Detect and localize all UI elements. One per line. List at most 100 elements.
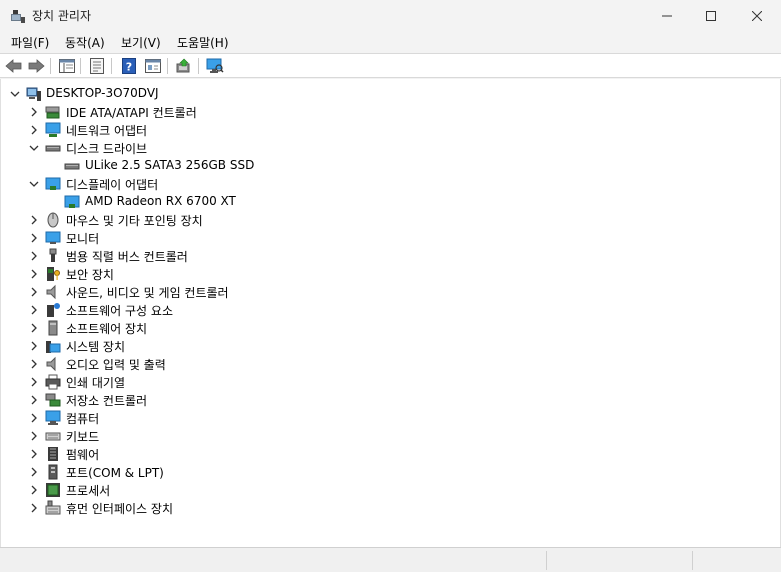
tree-item-print-queue[interactable]: 인쇄 대기열 (1, 373, 301, 391)
tree-item-label: 사운드, 비디오 및 게임 컨트롤러 (66, 286, 229, 300)
chevron-right-icon[interactable] (28, 214, 40, 226)
menu-view[interactable]: 보기(V) (121, 34, 161, 51)
tree-item-display-adapter[interactable]: 디스플레이 어댑터 (1, 175, 301, 193)
minimize-button[interactable] (644, 0, 690, 31)
chevron-right-icon[interactable] (28, 502, 40, 514)
svg-text:?: ? (126, 61, 132, 74)
show-hide-console-tree-button[interactable] (57, 57, 77, 75)
details-button[interactable] (143, 57, 163, 75)
chevron-right-icon[interactable] (28, 448, 40, 460)
tree-item-computer[interactable]: 컴퓨터 (1, 409, 301, 427)
chevron-right-icon[interactable] (28, 394, 40, 406)
tree-item-storage-controller[interactable]: 저장소 컨트롤러 (1, 391, 301, 409)
update-driver-icon (176, 58, 190, 73)
disk-drive-icon (45, 145, 61, 152)
chevron-down-icon[interactable] (9, 88, 21, 100)
tree-item-label: 키보드 (66, 430, 100, 444)
tree-item-label: 저장소 컨트롤러 (66, 394, 148, 408)
computer-root-icon (26, 87, 41, 101)
tree-item-system-device[interactable]: 시스템 장치 (1, 337, 301, 355)
forward-arrow-icon (28, 59, 45, 73)
forward-button[interactable] (26, 57, 46, 75)
scan-hardware-button[interactable] (205, 57, 225, 75)
chevron-right-icon[interactable] (28, 322, 40, 334)
tree-item-software-component[interactable]: 소프트웨어 구성 요소 (1, 301, 301, 319)
toolbar-separator (111, 58, 112, 74)
toolbar-separator (167, 58, 168, 74)
tree-item-ide-controller[interactable]: IDE ATA/ATAPI 컨트롤러 (1, 103, 301, 121)
tree-item-label: 컴퓨터 (66, 412, 100, 426)
chevron-right-icon[interactable] (28, 358, 40, 370)
chevron-down-icon[interactable] (28, 178, 40, 190)
tree-item-audio-io[interactable]: 오디오 입력 및 출력 (1, 355, 301, 373)
processor-icon (46, 483, 60, 497)
menu-action[interactable]: 동작(A) (65, 34, 105, 51)
chevron-down-icon[interactable] (28, 142, 40, 154)
chevron-right-icon[interactable] (28, 106, 40, 118)
maximize-button[interactable] (688, 0, 734, 31)
device-manager-app-icon (11, 10, 25, 23)
chevron-right-icon[interactable] (28, 304, 40, 316)
close-button[interactable] (734, 0, 780, 31)
software-component-icon (47, 303, 60, 317)
chevron-right-icon[interactable] (28, 232, 40, 244)
tree-item-hid[interactable]: 휴먼 인터페이스 장치 (1, 499, 301, 517)
tree-item-label: 소프트웨어 장치 (66, 322, 148, 336)
tree-item-firmware[interactable]: 펌웨어 (1, 445, 301, 463)
tree-item-label: 범용 직렬 버스 컨트롤러 (66, 250, 188, 264)
tree-item-monitor[interactable]: 모니터 (1, 229, 301, 247)
tree-item-label: 디스크 드라이브 (66, 142, 148, 156)
tree-item-label: 소프트웨어 구성 요소 (66, 304, 173, 318)
software-device-icon (48, 320, 58, 336)
chevron-right-icon[interactable] (28, 484, 40, 496)
toolbar-separator (80, 58, 81, 74)
tree-root[interactable]: DESKTOP-3O70DVJ (1, 85, 301, 103)
tree-item-sound-controller[interactable]: 사운드, 비디오 및 게임 컨트롤러 (1, 283, 301, 301)
maximize-icon (706, 10, 716, 21)
tree-item-processor[interactable]: 프로세서 (1, 481, 301, 499)
chevron-right-icon[interactable] (28, 466, 40, 478)
tree-item-network-adapter[interactable]: 네트워크 어댑터 (1, 121, 301, 139)
tree-item-disk-drive[interactable]: 디스크 드라이브 (1, 139, 301, 157)
update-driver-button[interactable] (174, 57, 194, 75)
tree-item-usb-controller[interactable]: 범용 직렬 버스 컨트롤러 (1, 247, 301, 265)
tree-item-label: 시스템 장치 (66, 340, 126, 354)
chevron-right-icon[interactable] (28, 376, 40, 388)
chevron-right-icon[interactable] (28, 286, 40, 298)
security-device-icon (47, 267, 60, 281)
chevron-right-icon[interactable] (28, 340, 40, 352)
tree-child-gpu[interactable]: AMD Radeon RX 6700 XT (1, 193, 301, 211)
window-title: 장치 관리자 (32, 9, 92, 23)
chevron-right-icon[interactable] (28, 124, 40, 136)
menu-file[interactable]: 파일(F) (11, 34, 49, 51)
minimize-icon (662, 15, 672, 16)
properties-button[interactable] (87, 57, 107, 75)
tree-item-label: 인쇄 대기열 (66, 376, 126, 390)
tree-item-software-device[interactable]: 소프트웨어 장치 (1, 319, 301, 337)
chevron-right-icon[interactable] (28, 250, 40, 262)
chevron-right-icon[interactable] (28, 412, 40, 424)
tree-item-label: 네트워크 어댑터 (66, 124, 148, 138)
scan-hardware-icon (206, 58, 224, 73)
tree-child-label: ULike 2.5 SATA3 256GB SSD (85, 158, 255, 172)
view-icon (90, 58, 104, 74)
tree-item-keyboard[interactable]: 키보드 (1, 427, 301, 445)
menu-help[interactable]: 도움말(H) (177, 34, 229, 51)
title-bar: 장치 관리자 (0, 0, 781, 31)
properties-icon (59, 59, 75, 73)
sound-icon (46, 284, 56, 300)
back-arrow-icon (5, 59, 22, 73)
help-button[interactable]: ? (119, 57, 139, 75)
chevron-right-icon[interactable] (28, 268, 40, 280)
tree-item-mouse[interactable]: 마우스 및 기타 포인팅 장치 (1, 211, 301, 229)
tree-child-ssd[interactable]: ULike 2.5 SATA3 256GB SSD (1, 157, 301, 175)
menu-bar: 파일(F) 동작(A) 보기(V) 도움말(H) (0, 31, 781, 53)
tree-item-security-device[interactable]: 보안 장치 (1, 265, 301, 283)
tree-item-label: 휴먼 인터페이스 장치 (66, 502, 173, 516)
chevron-right-icon[interactable] (28, 430, 40, 442)
tree-item-ports[interactable]: 포트(COM & LPT) (1, 463, 301, 481)
firmware-icon (48, 447, 58, 461)
back-button[interactable] (4, 57, 24, 75)
tree-item-label: 포트(COM & LPT) (66, 466, 164, 480)
disk-drive-icon (64, 163, 80, 170)
